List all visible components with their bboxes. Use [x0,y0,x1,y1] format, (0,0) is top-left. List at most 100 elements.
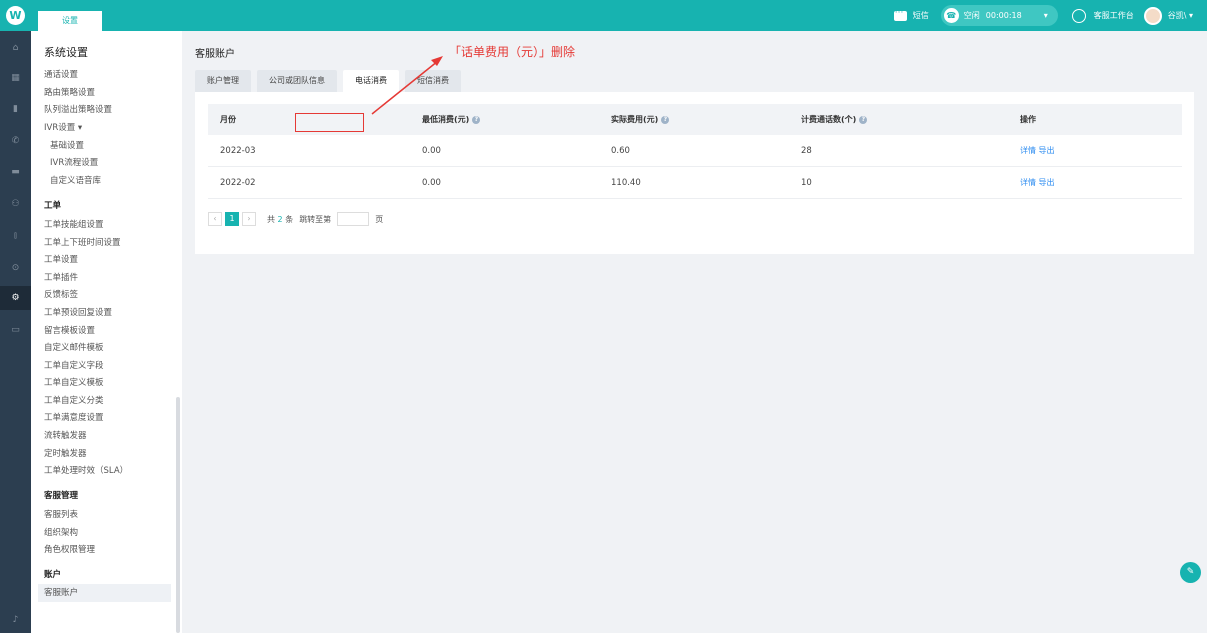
icon-nav-bar: ⌂ ▦ ▮ ✆ ▬ ⚇ ⫾ ⊙ ⚙ ▭ ♪ [0,31,31,633]
avatar [1143,6,1162,25]
page-label: 页 [375,214,384,224]
tab-sms-consumption[interactable]: 短信消费 [405,70,461,92]
total-value: 2 [277,214,283,224]
status-timer: 00:00:18 [985,11,1022,20]
help-icon[interactable]: ? [472,115,481,124]
cell-month: 2022-03 [220,146,256,156]
sidebar-item-queue-overflow[interactable]: 队列溢出策略设置 [44,103,112,115]
column-header-call-count: 计费通话数(个)? [801,104,868,135]
document-icon[interactable]: ▮ [0,97,31,121]
sidebar-group-agent-management: 客服管理 [44,491,79,501]
sidebar-item[interactable]: 工单插件 [44,271,78,283]
sidebar-item-voice-library[interactable]: 自定义语音库 [50,174,101,186]
sidebar-item[interactable]: 工单满意度设置 [44,411,104,423]
app-logo[interactable]: W [6,6,25,25]
prev-page-button[interactable]: ‹ [208,212,222,226]
tab-account-management[interactable]: 账户管理 [195,70,251,92]
cell-month: 2022-02 [220,178,256,188]
table-row: 2022-02 0.00 110.40 10 详情 导出 [208,167,1182,199]
sidebar-title: 系统设置 [44,46,88,59]
home-icon[interactable]: ⌂ [0,36,31,60]
sidebar-item[interactable]: 客服列表 [44,508,78,520]
apps-icon[interactable]: ▦ [0,66,31,90]
total-prefix: 共 [267,214,275,224]
detail-export-links[interactable]: 详情 导出 [1020,167,1055,199]
sidebar-item-agent-account[interactable]: 客服账户 [38,584,171,602]
sidebar-item[interactable]: 自定义邮件模板 [44,341,104,353]
search-icon[interactable]: ⊙ [0,256,31,280]
contacts-icon[interactable]: ⚇ [0,192,31,216]
sidebar-item-routing[interactable]: 路由策略设置 [44,86,95,98]
sidebar-item[interactable]: 工单设置 [44,253,78,265]
column-header-actual-fee: 实际费用(元)? [611,104,670,135]
tab-company-info[interactable]: 公司或团队信息 [257,70,337,92]
sidebar-item[interactable]: 工单自定义模板 [44,376,104,388]
settings-sidebar: 系统设置 通话设置 路由策略设置 队列溢出策略设置 IVR设置 ▾ 基础设置 I… [31,31,182,633]
cell-min-fee: 0.00 [422,146,441,156]
sidebar-item[interactable]: 工单技能组设置 [44,218,104,230]
tab-bar: 账户管理 公司或团队信息 电话消费 短信消费 [195,70,467,92]
page-title: 客服账户 [195,49,235,60]
sidebar-item[interactable]: 工单自定义字段 [44,359,104,371]
message-icon [893,8,907,21]
cell-actual-fee: 110.40 [611,178,641,188]
column-header-min-fee: 最低消费(元)? [422,104,481,135]
tab-phone-consumption[interactable]: 电话消费 [343,70,399,92]
column-header-label: 实际费用(元) [611,115,659,124]
sidebar-item[interactable]: 流转触发器 [44,429,87,441]
sidebar-group-ticket: 工单 [44,201,62,211]
chat-icon[interactable]: ▬ [0,160,31,184]
current-page-button[interactable]: 1 [225,212,239,226]
sidebar-item-ivr[interactable]: IVR设置 ▾ [44,121,82,133]
total-suffix: 条 [285,214,294,224]
stats-icon[interactable]: ⫾ [0,224,31,248]
sidebar-item-call-settings[interactable]: 通话设置 [44,68,78,80]
sms-button[interactable]: 短信 [893,8,929,21]
tab-settings[interactable]: 设置 [38,11,102,31]
sidebar-item-ivr-flow[interactable]: IVR流程设置 [50,156,98,168]
sidebar-item[interactable]: 工单自定义分类 [44,394,104,406]
bell-icon[interactable]: ♪ [0,608,31,632]
workbench-button[interactable]: 客服工作台 [1071,8,1134,23]
sidebar-item[interactable]: 定时触发器 [44,447,87,459]
phone-nav-icon[interactable]: ✆ [0,129,31,153]
annotation-text: 「话单费用（元）」删除 [449,45,576,59]
sidebar-item[interactable]: 组织架构 [44,526,78,538]
help-icon[interactable]: ? [661,115,670,124]
gear-icon[interactable]: ⚙ [0,286,31,310]
cell-actual-fee: 0.60 [611,146,630,156]
status-label: 空闲 [963,11,980,20]
monitor-icon[interactable]: ▭ [0,318,31,342]
next-page-button[interactable]: › [242,212,256,226]
chevron-down-icon: ▾ [1043,11,1048,20]
sidebar-item[interactable]: 工单处理时效（SLA） [44,464,128,476]
top-right-controls: 短信 ☎ 空闲 00:00:18 ▾ 客服工作台 谷凯\ ▾ [893,0,1193,31]
column-header-label: 最低消费(元) [422,115,470,124]
help-icon[interactable]: ? [859,115,868,124]
sidebar-item[interactable]: 工单预设回复设置 [44,306,112,318]
total-count: 共 2 条 [267,214,293,225]
table-row: 2022-03 0.00 0.60 28 详情 导出 [208,135,1182,167]
cell-call-count: 28 [801,146,812,156]
page-jump-input[interactable] [337,212,370,226]
sms-label: 短信 [912,11,929,20]
sidebar-item[interactable]: 角色权限管理 [44,543,95,555]
phone-icon: ☎ [943,8,959,23]
cell-call-count: 10 [801,178,812,188]
agent-status-toggle[interactable]: ☎ 空闲 00:00:18 ▾ [940,5,1058,26]
sidebar-item[interactable]: 留言模板设置 [44,324,95,336]
detail-export-links[interactable]: 详情 导出 [1020,135,1055,167]
pagination: ‹ 1 › 共 2 条 跳转至第 页 [208,212,383,226]
sidebar-item[interactable]: 反馈标签 [44,288,78,300]
workbench-label: 客服工作台 [1093,11,1134,20]
sidebar-item[interactable]: 工单上下班时间设置 [44,236,121,248]
sidebar-scrollbar[interactable] [176,397,180,633]
cell-min-fee: 0.00 [422,178,441,188]
top-bar: W 设置 短信 ☎ 空闲 00:00:18 ▾ 客服工作台 谷凯\ ▾ [0,0,1207,31]
sidebar-item-ivr-basic[interactable]: 基础设置 [50,139,84,151]
jump-label: 跳转至第 [299,214,332,224]
feedback-icon[interactable]: ✎ [1180,562,1201,583]
column-header-actions: 操作 [1020,115,1036,124]
column-header-month: 月份 [220,115,236,124]
user-menu[interactable]: 谷凯\ ▾ [1143,6,1193,25]
